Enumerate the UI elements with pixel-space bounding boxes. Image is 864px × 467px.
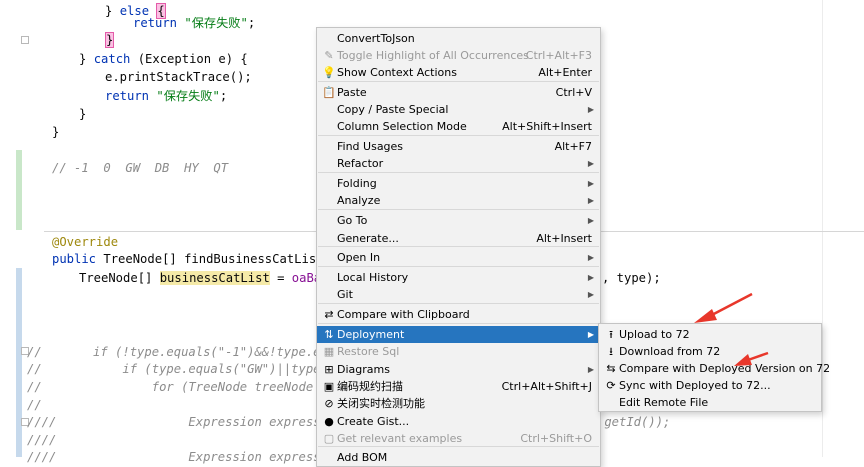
annotation-arrow [707,292,753,319]
annotation-arrowhead [694,309,717,323]
annotation-arrow [747,351,769,362]
annotation-arrowhead [734,354,752,366]
annotation-arrows [694,292,769,366]
